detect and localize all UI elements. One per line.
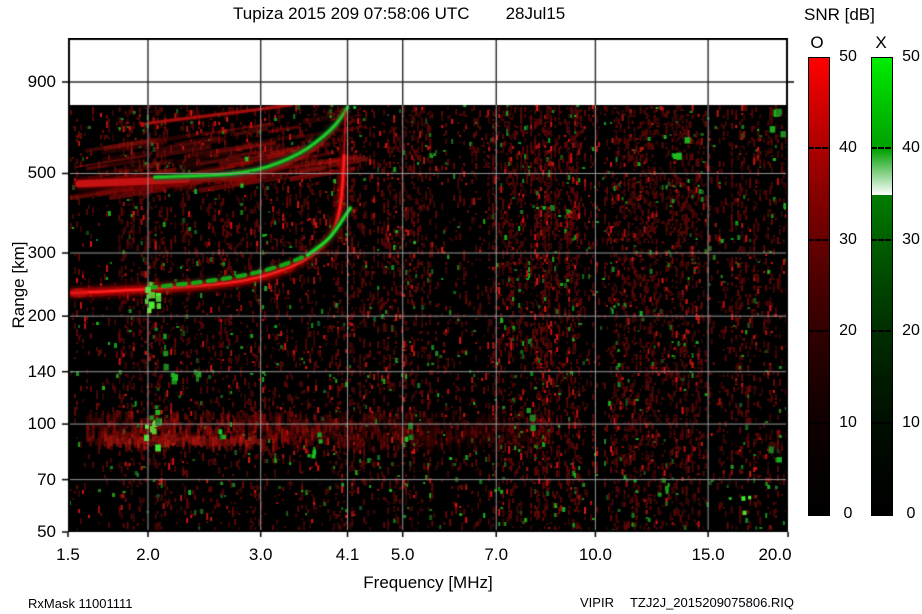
colorbar-x-gradient [871, 57, 893, 516]
colorbar-o-tick-dash [808, 238, 828, 241]
colorbar-o-tick-dash [808, 147, 828, 150]
colorbar-x-tick-label: 30 [902, 230, 920, 248]
x-tick-label: 5.0 [390, 545, 415, 564]
colorbar-x-mode-label: X [875, 33, 887, 52]
colorbar-o-tick-dash [808, 330, 828, 333]
y-tick-label: 50 [37, 522, 56, 541]
colorbar-o-tick-label: 0 [843, 505, 853, 522]
colorbar-x-tick-label: 0 [906, 505, 916, 522]
plot-date: 28Jul15 [505, 4, 566, 23]
x-tick-label: 1.5 [56, 545, 80, 564]
x-tick-label: 4.1 [335, 545, 360, 564]
colorbar-o-mode-label: O [810, 33, 824, 52]
x-tick-label: 20.0 [758, 545, 792, 564]
y-tick-label: 100 [27, 414, 56, 434]
y-tick-label: 500 [27, 163, 56, 183]
colorbar-o-tick-label: 50 [839, 48, 857, 65]
file-name: TZJ2J_2015209075806.RIQ [629, 595, 795, 610]
ionogram-screenshot: Tupiza 2015 209 07:58:06 UTC 28Jul15 SNR … [0, 0, 922, 614]
plot-title: Tupiza 2015 209 07:58:06 UTC [233, 4, 470, 23]
colorbar-o-tick-label: 40 [839, 139, 857, 157]
rx-mask-text: RxMask 11001111 [28, 596, 133, 611]
colorbar-x-tick-label: 50 [902, 48, 920, 65]
colorbar-o-tick-label: 10 [839, 413, 857, 431]
colorbar-o-tick-label: 30 [839, 230, 857, 248]
y-tick-label: 140 [27, 361, 56, 381]
y-tick-label: 900 [27, 71, 56, 91]
x-tick-label: 10.0 [578, 545, 612, 564]
system-name: VIPIR [580, 595, 614, 610]
colorbar-x-tick-dash [871, 330, 891, 333]
x-tick-label: 3.0 [248, 545, 273, 564]
colorbar-x-tick-dash [871, 238, 891, 241]
x-tick-label: 15.0 [691, 545, 725, 564]
x-tick-label: 7.0 [484, 545, 509, 564]
ionogram-plot-canvas [58, 38, 798, 540]
y-tick-label: 70 [37, 469, 56, 489]
colorbar-x-tick-dash [871, 147, 891, 150]
source-file-text: VIPIR TZJ2J_2015209075806.RIQ [580, 595, 794, 610]
colorbar-o-gradient [808, 57, 830, 516]
y-tick-label: 200 [27, 306, 56, 326]
colorbar-x-tick-label: 40 [902, 139, 920, 157]
snr-scale-title: SNR [dB] [804, 5, 875, 24]
x-tick-label: 2.0 [136, 545, 160, 564]
colorbar-x-tick-dash [871, 421, 891, 424]
plot-header: Tupiza 2015 209 07:58:06 UTC 28Jul15 [233, 4, 565, 24]
colorbar-x-tick-label: 20 [902, 322, 920, 340]
colorbar-o-tick-label: 20 [839, 322, 857, 340]
colorbar-x-tick-label: 10 [902, 413, 920, 431]
y-tick-label: 300 [27, 243, 56, 263]
colorbar-o-tick-dash [808, 421, 828, 424]
x-axis-label: Frequency [MHz] [363, 573, 493, 592]
